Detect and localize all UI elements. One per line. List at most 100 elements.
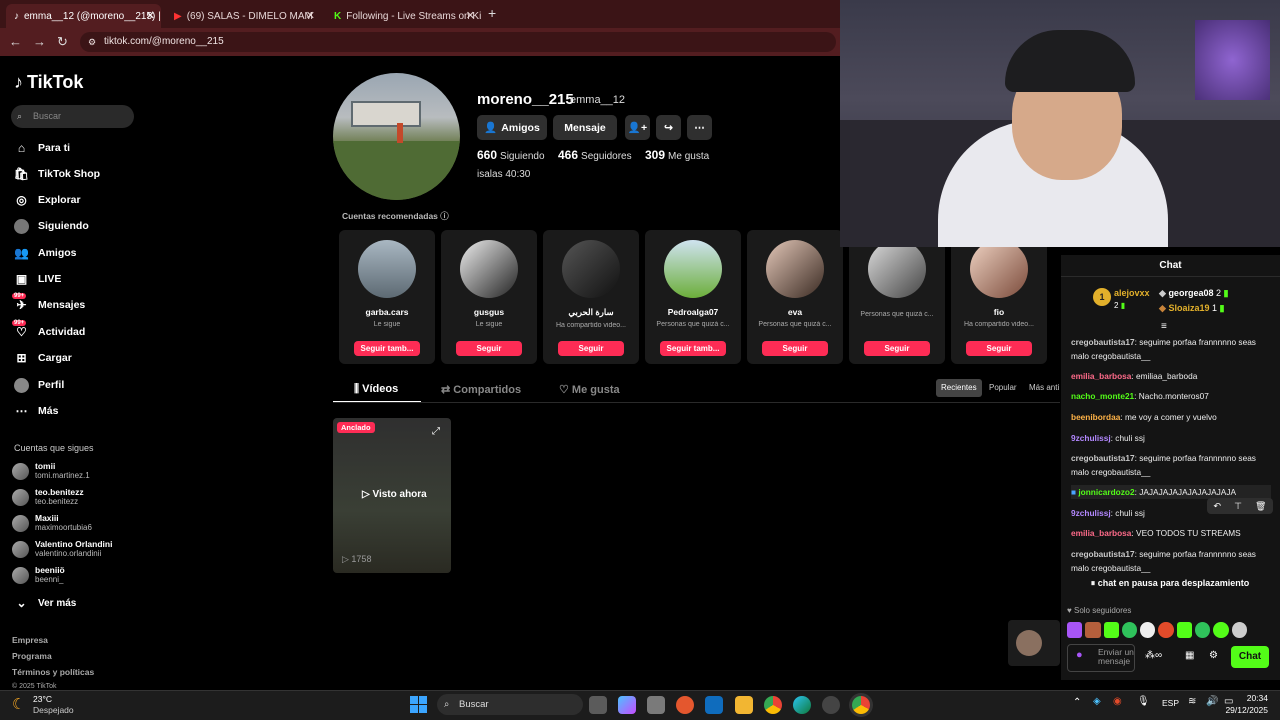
- copilot-icon[interactable]: [618, 696, 636, 714]
- recommended-card[interactable]: سارة الحربي Ha compartido video... Seguir: [543, 230, 639, 364]
- app-icon[interactable]: [676, 696, 694, 714]
- following-stat[interactable]: 660 Siguiendo: [477, 148, 545, 162]
- obs-icon[interactable]: [822, 696, 840, 714]
- chat-username[interactable]: beenibordaa: [1071, 412, 1120, 422]
- site-info-icon[interactable]: ⚙: [88, 32, 96, 52]
- top-gifter-2[interactable]: ◆ georgea08 2 ▮: [1159, 288, 1228, 299]
- top-gifter-name[interactable]: alejovxx: [1114, 288, 1150, 298]
- friends-button[interactable]: 👤 Amigos: [477, 115, 547, 140]
- chat-username[interactable]: jonnicardozo2: [1078, 487, 1134, 497]
- emote-icon[interactable]: [1121, 622, 1138, 638]
- sort-popular[interactable]: Popular: [984, 379, 1022, 397]
- footer-link[interactable]: Empresa: [12, 635, 48, 645]
- nav-live[interactable]: ▣ LIVE: [14, 269, 62, 289]
- reload-icon[interactable]: ↻: [57, 34, 68, 50]
- emote-icon[interactable]: [1067, 622, 1083, 638]
- nav-perfil[interactable]: Perfil: [14, 375, 64, 395]
- following-account[interactable]: Valentino Orlandini valentino.orlandinii: [12, 539, 112, 559]
- close-tab-icon[interactable]: ✕: [306, 9, 315, 22]
- emote-icon[interactable]: [1176, 622, 1193, 638]
- settings-icon[interactable]: ⚙: [1209, 650, 1218, 661]
- browser-tab[interactable]: ▶ (69) SALAS - DIMELO MAM ✕: [166, 4, 321, 28]
- message-button[interactable]: Mensaje: [553, 115, 617, 140]
- following-account[interactable]: beeniiö beenni_: [12, 565, 65, 585]
- following-account[interactable]: Maxiii maximoortubia6: [12, 513, 92, 533]
- chat-username[interactable]: 9zchulissj: [1071, 508, 1111, 518]
- chat-username[interactable]: nacho_monte21: [1071, 391, 1134, 401]
- edge-icon[interactable]: [793, 696, 811, 714]
- chat-username[interactable]: cregobautista17: [1071, 453, 1135, 463]
- tab-compartidos[interactable]: ⇄ Compartidos: [441, 383, 521, 396]
- nav-mas[interactable]: ⋯ Más: [14, 401, 59, 421]
- follow-button[interactable]: Seguir: [558, 341, 624, 356]
- chat-username[interactable]: cregobautista17: [1071, 549, 1135, 559]
- follow-button[interactable]: Seguir: [762, 341, 828, 356]
- footer-link[interactable]: Programa: [12, 651, 52, 661]
- sort-recent[interactable]: Recientes: [936, 379, 982, 397]
- follow-button[interactable]: Seguir tamb...: [354, 341, 420, 356]
- url-input[interactable]: ⚙ tiktok.com/@moreno__215: [80, 32, 836, 52]
- follow-button[interactable]: Seguir: [456, 341, 522, 356]
- tab-videos[interactable]: ⫼ Vídeos: [354, 383, 398, 396]
- footer-link[interactable]: Términos y políticas: [12, 667, 94, 677]
- follow-button[interactable]: Seguir tamb...: [660, 341, 726, 356]
- recommended-card[interactable]: fio Ha compartido video... Seguir: [951, 230, 1047, 364]
- new-tab-icon[interactable]: +: [488, 5, 496, 21]
- nav-cargar[interactable]: ⊞ Cargar: [14, 348, 71, 368]
- top-gifter-3[interactable]: ◆ Sloaiza19 1 ▮: [1159, 303, 1224, 314]
- emote-icon[interactable]: [1231, 622, 1247, 638]
- task-view-icon[interactable]: [589, 696, 607, 714]
- followers-stat[interactable]: 466 Seguidores: [558, 148, 632, 162]
- emote-icon[interactable]: [1085, 622, 1101, 638]
- clock-time[interactable]: 20:34: [1246, 693, 1268, 703]
- start-icon[interactable]: [410, 696, 427, 713]
- recommended-card[interactable]: Personas que quizá c... Seguir: [849, 230, 945, 364]
- store-app-icon[interactable]: [647, 696, 665, 714]
- nav-para-ti[interactable]: ⌂ Para ti: [14, 138, 70, 158]
- send-chat-button[interactable]: Chat: [1231, 646, 1269, 668]
- close-tab-icon[interactable]: ✕: [146, 9, 155, 22]
- sort-oldest[interactable]: Más anti: [1024, 379, 1064, 397]
- share-button[interactable]: ↪: [656, 115, 681, 140]
- following-account[interactable]: teo.benitezz teo.benitezz: [12, 487, 84, 507]
- info-icon[interactable]: ⓘ: [440, 211, 449, 221]
- chrome-active-icon[interactable]: [852, 696, 870, 714]
- file-explorer-icon[interactable]: [735, 696, 753, 714]
- wifi-icon[interactable]: ≋: [1188, 696, 1196, 707]
- nav-tiktok-shop[interactable]: 🛍 TikTok Shop: [14, 164, 100, 184]
- browser-tab[interactable]: K Following - Live Streams on Kic ✕: [326, 4, 481, 28]
- weather-temp[interactable]: 23°C: [33, 694, 52, 704]
- gift-icon[interactable]: ⁂∞: [1145, 650, 1162, 661]
- profile-avatar[interactable]: [333, 73, 460, 200]
- chat-username[interactable]: emilia_barbosa: [1071, 371, 1131, 381]
- chrome-icon[interactable]: [764, 696, 782, 714]
- nav-mensajes[interactable]: ✈ 99+ Mensajes: [12, 292, 85, 315]
- chat-username[interactable]: cregobautista17: [1071, 337, 1135, 347]
- chat-input[interactable]: ● Enviar un mensaje: [1067, 644, 1135, 672]
- recommended-card[interactable]: Pedroalga07 Personas que quizá c... Seguir…: [645, 230, 741, 364]
- nav-explorar[interactable]: ◎ Explorar: [14, 190, 80, 210]
- emote-icon[interactable]: [1213, 622, 1229, 638]
- tray-app-icon[interactable]: ◈: [1093, 696, 1101, 707]
- forward-icon[interactable]: →: [33, 34, 46, 49]
- nav-actividad[interactable]: ♡ 99+ Actividad: [12, 319, 85, 342]
- language-indicator[interactable]: ESP: [1162, 698, 1179, 708]
- following-account[interactable]: tomii tomi.martinez.1: [12, 461, 90, 481]
- follow-button[interactable]: Seguir: [966, 341, 1032, 356]
- recommended-card[interactable]: garba.cars Le sigue Seguir tamb...: [339, 230, 435, 364]
- nav-amigos[interactable]: 👥 Amigos: [14, 243, 77, 263]
- emote-icon[interactable]: [1195, 622, 1211, 638]
- mic-icon[interactable]: 🎙: [1137, 696, 1150, 707]
- weather-desc[interactable]: Despejado: [33, 705, 74, 715]
- emote-icon[interactable]: [1158, 622, 1174, 638]
- nav-siguiendo[interactable]: Siguiendo: [14, 216, 89, 236]
- more-options-button[interactable]: ⋯: [687, 115, 712, 140]
- mic-icon[interactable]: ●: [1076, 650, 1083, 661]
- mail-icon[interactable]: [705, 696, 723, 714]
- volume-icon[interactable]: 🔊: [1206, 696, 1218, 707]
- follow-button[interactable]: Seguir: [864, 341, 930, 356]
- tray-app-icon[interactable]: ◉: [1113, 696, 1122, 707]
- chat-username[interactable]: emilia_barbosa: [1071, 528, 1131, 538]
- chevron-up-icon[interactable]: ⌃: [1073, 697, 1081, 708]
- emote-icon[interactable]: [1140, 622, 1156, 638]
